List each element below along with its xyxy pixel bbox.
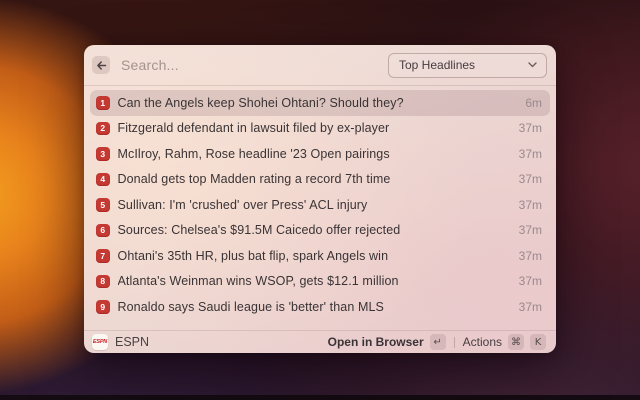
headline-time: 37m [519,121,542,135]
list-item[interactable]: 5 Sullivan: I'm 'crushed' over Press' ACL… [90,192,550,218]
headline-time: 37m [519,249,542,263]
list-item[interactable]: 9 Ronaldo says Saudi league is 'better' t… [90,294,550,320]
rank-badge: 4 [96,173,110,187]
headline-title: Atlanta's Weinman wins WSOP, gets $12.1 … [118,274,399,288]
list-item[interactable]: 4 Donald gets top Madden rating a record … [90,167,550,193]
espn-logo-text: ESPN [93,339,107,345]
list-item[interactable]: 6 Sources: Chelsea's $91.5M Caicedo offer… [90,218,550,244]
headline-title: Ronaldo says Saudi league is 'better' th… [118,300,384,314]
headline-time: 37m [519,274,542,288]
list-item[interactable]: 8 Atlanta's Weinman wins WSOP, gets $12.1… [90,269,550,295]
rank-badge: 3 [96,147,110,161]
list-item[interactable]: 3 McIlroy, Rahm, Rose headline '23 Open p… [90,141,550,167]
open-in-browser-action[interactable]: Open in Browser [328,335,424,349]
headline-title: Donald gets top Madden rating a record 7… [118,172,391,186]
rank-badge: 9 [96,300,110,314]
rank-badge: 5 [96,198,110,212]
headline-time: 37m [519,147,542,161]
headline-time: 37m [519,223,542,237]
app-name: ESPN [115,335,149,349]
desktop-wallpaper: Search... Top Headlines 1 Can the Angels … [0,0,640,400]
espn-logo-icon: ESPN [92,334,108,350]
command-key-icon: ⌘ [508,334,524,350]
list-item[interactable]: 2 Fitzgerald defendant in lawsuit filed b… [90,116,550,142]
headline-title: Ohtani's 35th HR, plus bat flip, spark A… [118,249,389,263]
rank-badge: 8 [96,275,110,289]
actions-menu-button[interactable]: Actions [463,335,502,349]
back-button[interactable] [92,56,110,74]
headline-time: 37m [519,172,542,186]
return-key-icon: ↵ [430,334,446,350]
k-key-icon: K [530,334,546,350]
headline-title: McIlroy, Rahm, Rose headline '23 Open pa… [118,147,390,161]
category-dropdown[interactable]: Top Headlines [388,53,547,78]
list-item[interactable]: 7 Ohtani's 35th HR, plus bat flip, spark … [90,243,550,269]
headline-time: 6m [525,96,542,110]
footer-vertical-divider [454,337,455,348]
rank-badge: 7 [96,249,110,263]
search-header: Search... Top Headlines [84,45,556,85]
headline-title: Sources: Chelsea's $91.5M Caicedo offer … [118,223,401,237]
headline-title: Fitzgerald defendant in lawsuit filed by… [118,121,390,135]
footer-actions: Open in Browser ↵ Actions ⌘ K [328,334,546,350]
dropdown-value: Top Headlines [399,58,475,72]
back-arrow-icon [96,60,107,71]
footer-bar: ESPN ESPN Open in Browser ↵ Actions ⌘ K [84,330,556,353]
headline-list: 1 Can the Angels keep Shohei Ohtani? Shou… [84,86,556,320]
rank-badge: 2 [96,122,110,136]
search-input[interactable]: Search... [121,57,179,73]
chevron-down-icon [528,62,537,68]
screen-bottom-strip [0,395,640,400]
headline-title: Can the Angels keep Shohei Ohtani? Shoul… [118,96,404,110]
launcher-window: Search... Top Headlines 1 Can the Angels … [84,45,556,353]
rank-badge: 1 [96,96,110,110]
list-item[interactable]: 1 Can the Angels keep Shohei Ohtani? Shou… [90,90,550,116]
headline-time: 37m [519,300,542,314]
rank-badge: 6 [96,224,110,238]
headline-time: 37m [519,198,542,212]
headline-title: Sullivan: I'm 'crushed' over Press' ACL … [118,198,368,212]
